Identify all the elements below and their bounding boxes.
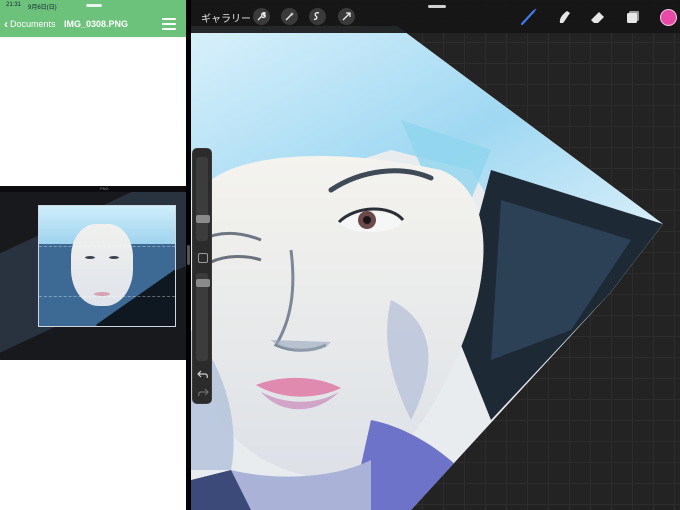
thumb-guide-line (39, 246, 175, 247)
multitasking-grabber[interactable] (428, 5, 446, 8)
image-preview[interactable]: PNG (0, 186, 186, 360)
modify-square-button[interactable] (198, 253, 208, 263)
preview-title: PNG (100, 186, 109, 191)
painting-artwork (191, 26, 663, 510)
redo-arrow-icon[interactable] (197, 385, 209, 397)
selection-icon[interactable] (309, 8, 326, 25)
preview-artwork-thumbnail (38, 205, 176, 327)
eraser-icon[interactable] (588, 7, 608, 27)
status-date: 9月6日(日) (28, 5, 57, 11)
multitasking-grabber[interactable] (86, 4, 102, 7)
file-name-title: IMG_0308.PNG (64, 19, 129, 29)
preview-top-strip: PNG (0, 186, 186, 192)
thumb-guide-line (39, 296, 175, 297)
color-picker-swatch[interactable] (660, 9, 677, 26)
top-toolbar: ギャラリー (191, 0, 680, 33)
brush-icon[interactable] (519, 7, 539, 27)
documents-app-pane: 21:31 9月6日(日) ‹ Documents IMG_0308.PNG P… (0, 0, 186, 510)
brush-size-slider[interactable] (196, 157, 208, 241)
split-view-handle[interactable] (187, 245, 190, 265)
brush-sidebar (192, 148, 212, 404)
chevron-left-icon: ‹ (4, 17, 8, 31)
navigation-bar: ‹ Documents IMG_0308.PNG (0, 12, 186, 37)
transform-arrow-icon[interactable] (338, 8, 355, 25)
hamburger-menu-icon[interactable] (162, 18, 176, 30)
back-to-documents-button[interactable]: ‹ Documents (4, 16, 56, 32)
brush-opacity-thumb[interactable] (196, 279, 210, 287)
smudge-icon[interactable] (555, 7, 575, 27)
wrench-icon[interactable] (253, 8, 270, 25)
procreate-canvas-area[interactable]: ギャラリー (191, 0, 680, 510)
undo-arrow-icon[interactable] (197, 367, 209, 379)
gallery-button[interactable]: ギャラリー (201, 10, 251, 25)
brush-size-thumb[interactable] (196, 215, 210, 223)
status-bar: 21:31 9月6日(日) (0, 0, 186, 12)
layers-icon[interactable] (623, 7, 643, 27)
status-time: 21:31 (6, 2, 22, 8)
thumb-right-eye (109, 256, 119, 259)
thumb-left-eye (85, 256, 95, 259)
back-button-label: Documents (10, 19, 56, 29)
magic-wand-icon[interactable] (281, 8, 298, 25)
